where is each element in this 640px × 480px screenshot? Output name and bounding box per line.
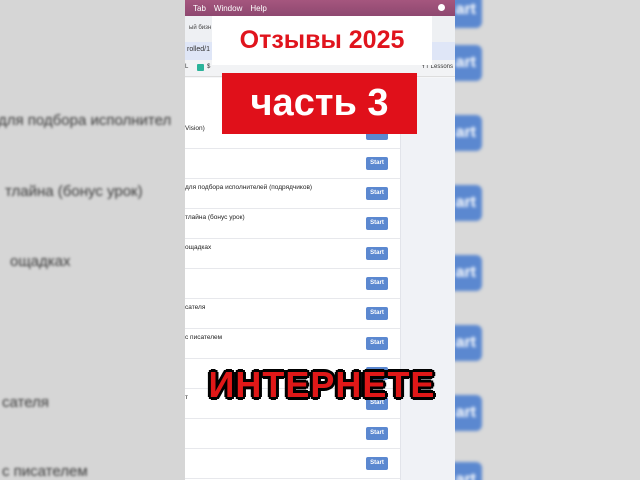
lesson-title: для подбора исполнителей (подрядчиков) (185, 184, 313, 191)
overlay-title: Отзывы 2025 (239, 26, 405, 54)
overlay-title-box: Отзывы 2025 (212, 16, 432, 65)
bookmark-icon[interactable] (197, 64, 204, 71)
menu-bar: Tab Window Help (185, 0, 455, 16)
list-item: для подбора исполнителей (подрядчиков) St… (185, 179, 400, 209)
start-button[interactable]: Start (366, 277, 388, 290)
list-item: тлайна (бонус урок) Start (185, 209, 400, 239)
lesson-title: Vision) (185, 125, 205, 132)
list-item: Start (185, 149, 400, 179)
start-button[interactable]: Start (366, 187, 388, 200)
list-item: сателя Start (185, 299, 400, 329)
start-button[interactable]: Start (366, 307, 388, 320)
lesson-title: сателя (185, 304, 206, 311)
record-icon[interactable] (438, 4, 445, 11)
bg-line-4: сателя (2, 394, 49, 411)
start-button[interactable]: Start (366, 457, 388, 470)
menu-tab[interactable]: Tab (193, 4, 206, 13)
bg-line-2: тлайна (бонус урок) (5, 183, 143, 200)
bg-line-1: для подбора исполнител (0, 112, 172, 129)
list-item: Start (185, 449, 400, 479)
lesson-title: тлайна (бонус урок) (185, 214, 245, 221)
start-button[interactable]: Start (366, 247, 388, 260)
menu-help[interactable]: Help (250, 4, 266, 13)
list-item: Start (185, 269, 400, 299)
screenshot-column: Tab Window Help ый бизн rolled/1 L $ YT … (185, 0, 455, 480)
list-item: Start (185, 419, 400, 449)
right-pane (400, 78, 455, 480)
start-button[interactable]: Start (366, 217, 388, 230)
lesson-title: т (185, 394, 188, 401)
bg-line-3: ощадках (10, 253, 71, 270)
overlay-subtitle-box: часть 3 (222, 73, 417, 134)
start-button[interactable]: Start (366, 337, 388, 350)
lesson-title: с писателем (185, 334, 223, 341)
start-button[interactable]: Start (366, 427, 388, 440)
list-item: с писателем Start (185, 329, 400, 359)
lesson-title: ощадках (185, 244, 212, 251)
tab-title[interactable]: ый бизн (189, 25, 211, 31)
bookmark-item[interactable]: $ (207, 64, 210, 70)
bookmark-left[interactable]: L (185, 64, 188, 70)
bg-right-panel (455, 0, 640, 480)
lesson-list: Vision) Start Start для подбора исполните… (185, 78, 400, 480)
overlay-caption: ИНТЕРНЕТЕ (208, 364, 436, 405)
bg-line-5: с писателем (2, 463, 88, 480)
menu-window[interactable]: Window (214, 4, 242, 13)
list-item: ощадках Start (185, 239, 400, 269)
url-text: rolled/1 (187, 46, 210, 53)
start-button[interactable]: Start (366, 157, 388, 170)
overlay-subtitle: часть 3 (250, 82, 389, 124)
